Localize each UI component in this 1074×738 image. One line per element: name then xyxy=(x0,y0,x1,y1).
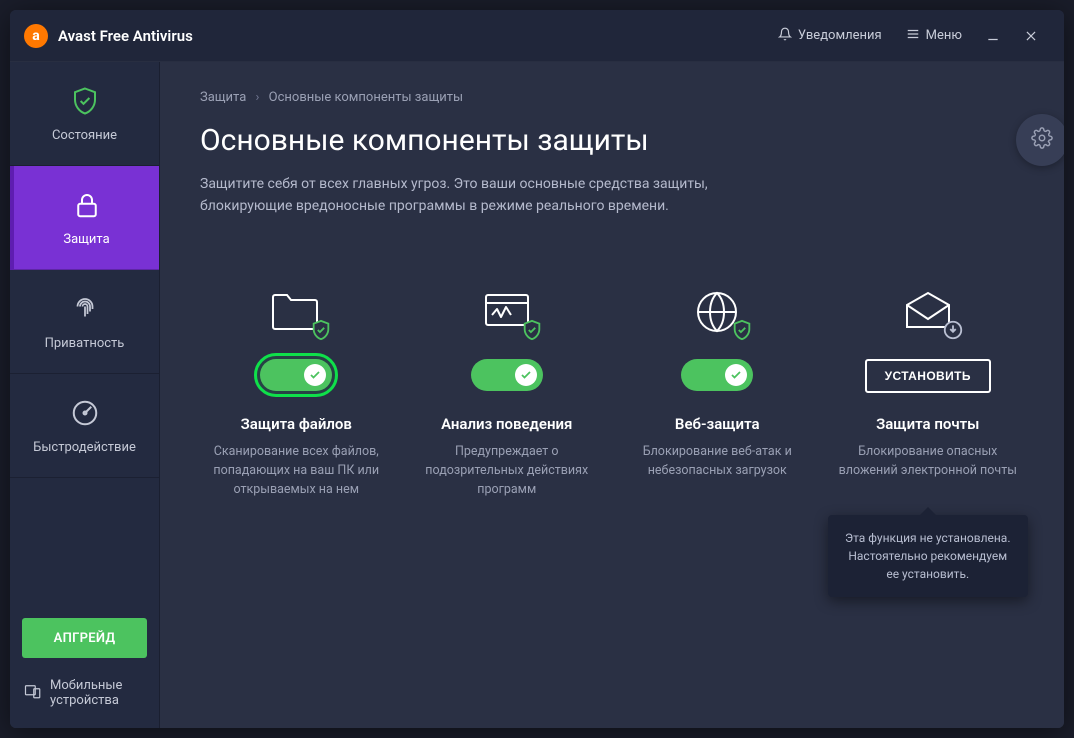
page-subtitle: Защитите себя от всех главных угроз. Это… xyxy=(200,174,760,217)
shield-check-icon xyxy=(68,84,102,118)
breadcrumb-root[interactable]: Защита xyxy=(200,90,246,105)
app-logo: a xyxy=(24,24,48,48)
shield-title: Защита почты xyxy=(876,415,979,433)
shield-file: Защита файлов Сканирование всех файлов, … xyxy=(200,285,393,499)
settings-button[interactable] xyxy=(1016,114,1064,166)
devices-icon xyxy=(24,682,42,704)
shield-desc: Сканирование всех файлов, попадающих на … xyxy=(200,443,393,499)
upgrade-button[interactable]: АПГРЕЙД xyxy=(22,618,147,658)
shield-title: Анализ поведения xyxy=(441,415,572,433)
sidebar: Состояние Защита Приватность xyxy=(10,62,160,728)
sidebar-item-label: Защита xyxy=(63,232,109,247)
globe-shield-icon xyxy=(687,285,747,335)
main-content: Защита › Основные компоненты защиты Осно… xyxy=(160,62,1064,728)
install-button[interactable]: УСТАНОВИТЬ xyxy=(865,359,991,393)
sidebar-item-label: Приватность xyxy=(45,336,125,351)
menu-button[interactable]: Меню xyxy=(894,21,974,51)
app-window: a Avast Free Antivirus Уведомления Меню xyxy=(10,10,1064,728)
shield-desc: Блокирование опасных вложений электронно… xyxy=(832,443,1025,481)
gear-icon xyxy=(1031,127,1053,153)
shields-row: Защита файлов Сканирование всех файлов, … xyxy=(200,285,1024,499)
fingerprint-icon xyxy=(68,292,102,326)
tooltip: Эта функция не установлена. Настоятельно… xyxy=(828,515,1028,597)
chevron-right-icon: › xyxy=(256,90,260,105)
check-icon xyxy=(515,364,537,386)
lock-icon xyxy=(70,188,104,222)
folder-shield-icon xyxy=(266,285,326,335)
breadcrumb: Защита › Основные компоненты защиты xyxy=(200,90,1024,105)
bell-icon xyxy=(778,27,792,45)
sidebar-item-protection[interactable]: Защита xyxy=(10,166,159,270)
shield-mail: УСТАНОВИТЬ Защита почты Блокирование опа… xyxy=(832,285,1025,499)
shield-title: Защита файлов xyxy=(241,415,352,433)
sidebar-item-performance[interactable]: Быстродействие xyxy=(10,374,159,478)
hamburger-icon xyxy=(906,27,920,45)
sidebar-item-privacy[interactable]: Приватность xyxy=(10,270,159,374)
shield-desc: Блокирование веб-атак и небезопасных заг… xyxy=(621,443,814,481)
titlebar: a Avast Free Antivirus Уведомления Меню xyxy=(10,10,1064,62)
sidebar-item-label: Быстродействие xyxy=(33,440,136,455)
notifications-button[interactable]: Уведомления xyxy=(766,21,894,51)
sidebar-item-label: Состояние xyxy=(52,128,117,143)
page-title: Основные компоненты защиты xyxy=(200,123,1024,158)
check-icon xyxy=(304,364,326,386)
shield-desc: Предупреждает о подозрительных действиях… xyxy=(411,443,604,499)
toggle-file-shield[interactable] xyxy=(260,359,332,391)
monitor-shield-icon xyxy=(477,285,537,335)
mobile-devices-link[interactable]: Мобильные устройства xyxy=(10,666,159,728)
gauge-icon xyxy=(68,396,102,430)
envelope-icon xyxy=(898,285,958,335)
sidebar-item-status[interactable]: Состояние xyxy=(10,62,159,166)
toggle-behavior-shield[interactable] xyxy=(471,359,543,391)
minimize-button[interactable] xyxy=(974,20,1012,52)
toggle-web-shield[interactable] xyxy=(681,359,753,391)
shield-behavior: Анализ поведения Предупреждает о подозри… xyxy=(411,285,604,499)
shield-title: Веб-защита xyxy=(675,415,760,433)
shield-web: Веб-защита Блокирование веб-атак и небез… xyxy=(621,285,814,499)
close-button[interactable] xyxy=(1012,20,1050,52)
check-icon xyxy=(725,364,747,386)
app-title: Avast Free Antivirus xyxy=(58,27,193,45)
breadcrumb-current: Основные компоненты защиты xyxy=(269,90,463,105)
